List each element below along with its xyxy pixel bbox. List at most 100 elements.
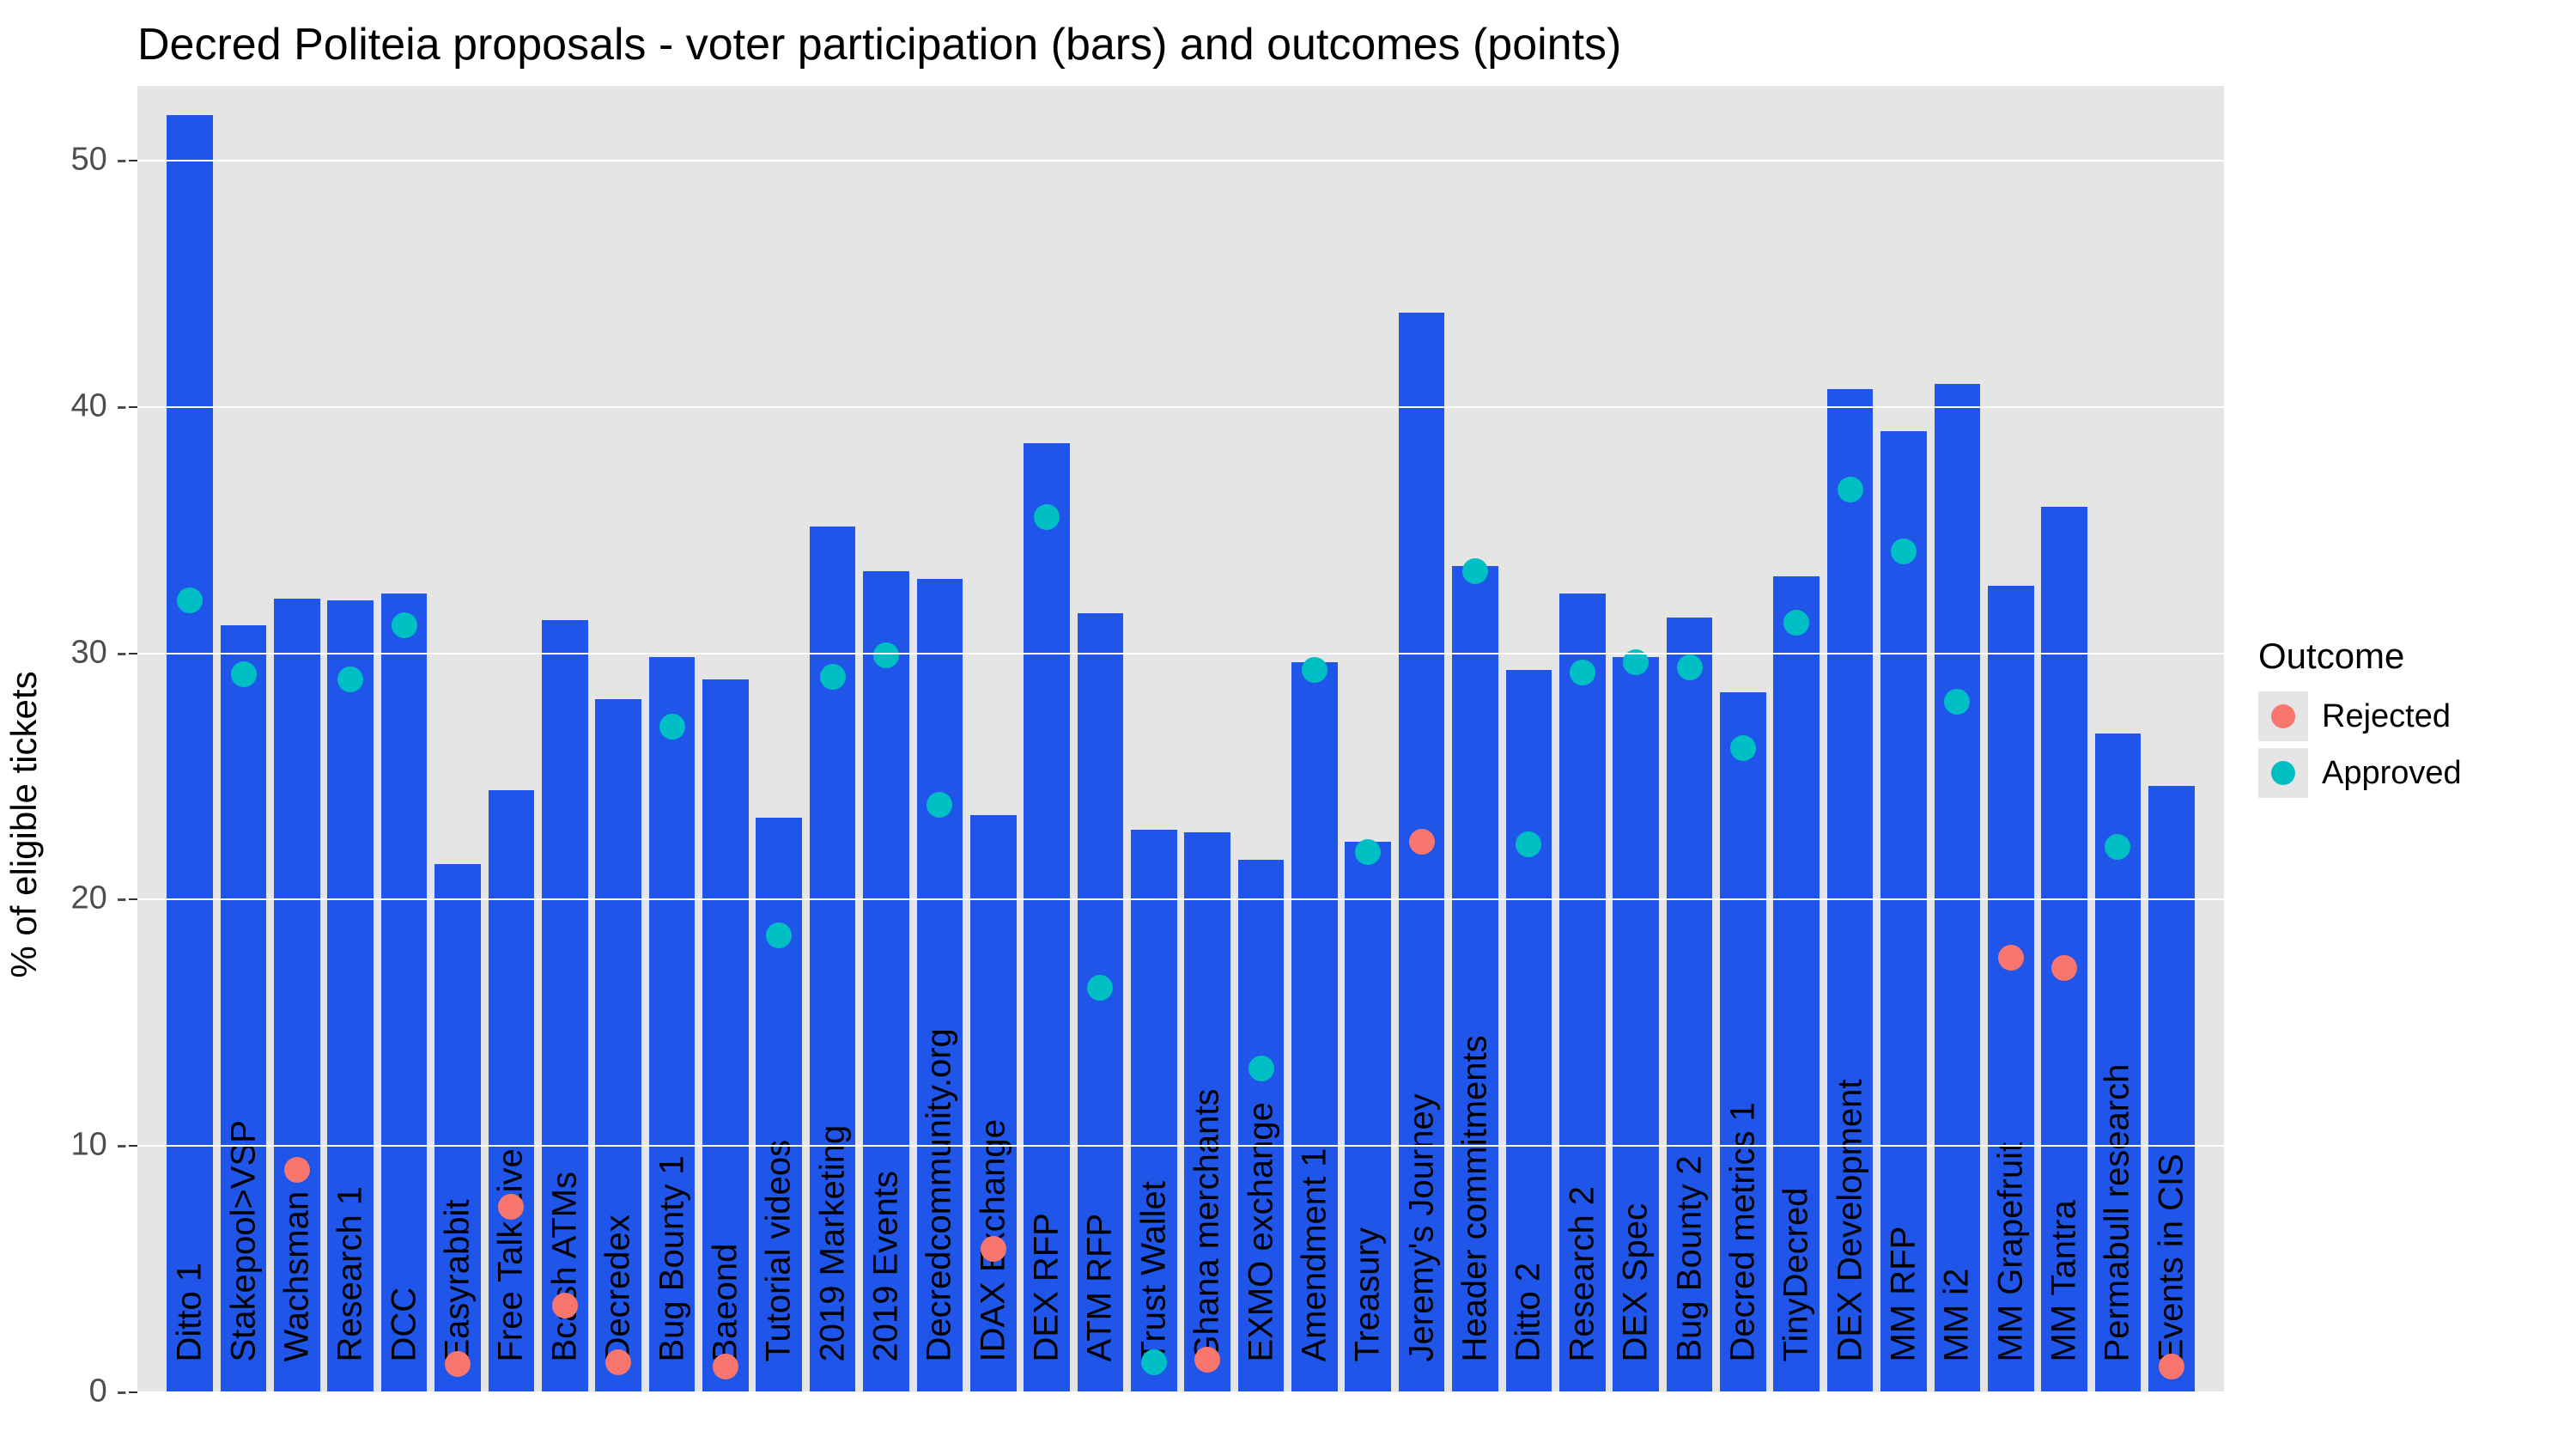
point-approved (177, 588, 203, 613)
legend-item: Approved (2258, 747, 2550, 799)
point-approved (337, 667, 363, 692)
point-rejected (1194, 1347, 1220, 1373)
point-approved (1516, 831, 1541, 857)
y-axis: % of eligible tickets 0 -10 -20 -30 -40 … (0, 86, 137, 1391)
legend-swatch (2258, 691, 2308, 741)
bar (2148, 786, 2195, 1392)
point-approved (1141, 1349, 1167, 1375)
y-tick-label: 30 - (71, 634, 127, 671)
y-tick-label: 20 - (71, 880, 127, 917)
point-rejected (1409, 829, 1435, 855)
point-approved (873, 642, 899, 668)
bar (167, 115, 213, 1391)
y-tick-mark (129, 898, 137, 900)
bar (434, 864, 481, 1391)
point-approved (820, 664, 846, 690)
legend: Outcome Rejected Approved (2258, 636, 2550, 804)
point-approved (766, 922, 792, 948)
bar (702, 679, 749, 1391)
bar (1238, 860, 1285, 1391)
plot-area: Ditto 1Stakepool>VSPWachsmanResearch 1DC… (137, 86, 2224, 1391)
bar (756, 818, 802, 1391)
legend-swatch (2258, 748, 2308, 798)
bar (489, 790, 535, 1391)
y-axis-title: % of eligible tickets (3, 671, 45, 977)
point-approved (927, 792, 952, 818)
bar (221, 625, 267, 1391)
bar (381, 594, 428, 1391)
point-rejected (1998, 945, 2024, 971)
point-approved (1891, 539, 1917, 564)
point-approved (1783, 610, 1809, 636)
bar (1184, 832, 1230, 1391)
point-approved (1570, 660, 1595, 685)
bar (2041, 507, 2087, 1391)
point-approved (392, 612, 417, 638)
point-approved (1034, 504, 1060, 530)
bar (1024, 443, 1070, 1391)
legend-title: Outcome (2258, 636, 2550, 677)
point-approved (1249, 1056, 1274, 1081)
y-tick-mark (129, 160, 137, 161)
bar (1935, 384, 1981, 1391)
bar (1131, 830, 1177, 1391)
point-approved (1838, 477, 1863, 502)
point-rejected (498, 1194, 524, 1220)
point-rejected (284, 1157, 310, 1183)
bar (917, 579, 963, 1391)
bar (1078, 613, 1124, 1391)
legend-dot-icon (2271, 761, 2295, 785)
bar (1773, 576, 1820, 1391)
bar (970, 815, 1017, 1391)
bar (1827, 389, 1874, 1391)
bar (542, 620, 588, 1391)
point-approved (1944, 689, 1970, 715)
bar (1452, 566, 1498, 1391)
grid-line (137, 898, 2224, 900)
bar (649, 657, 696, 1391)
bar (2095, 734, 2142, 1391)
bar (863, 571, 909, 1391)
point-approved (1302, 657, 1327, 683)
y-tick-mark (129, 653, 137, 654)
grid-line (137, 1145, 2224, 1147)
point-approved (231, 661, 257, 687)
point-rejected (445, 1351, 471, 1377)
bar (1988, 586, 2034, 1391)
chart-figure: Decred Politeia proposals - voter partic… (0, 0, 2576, 1449)
point-approved (1462, 558, 1488, 584)
y-tick-label: 40 - (71, 387, 127, 424)
y-tick-label: 50 - (71, 142, 127, 179)
bar (274, 599, 320, 1391)
legend-label: Rejected (2322, 698, 2451, 735)
grid-line (137, 406, 2224, 408)
point-rejected (981, 1236, 1006, 1262)
point-rejected (552, 1293, 578, 1318)
point-approved (1087, 975, 1113, 1001)
point-approved (1730, 735, 1756, 761)
y-tick-mark (129, 1391, 137, 1393)
grid-line (137, 653, 2224, 654)
point-rejected (2051, 955, 2077, 981)
bar (1720, 692, 1766, 1391)
legend-item: Rejected (2258, 691, 2550, 742)
grid-line (137, 160, 2224, 161)
bar (327, 600, 374, 1391)
point-approved (659, 714, 685, 740)
bar (1291, 662, 1338, 1391)
legend-dot-icon (2271, 704, 2295, 728)
bar (595, 699, 641, 1391)
y-tick-mark (129, 406, 137, 408)
point-approved (1677, 654, 1703, 680)
point-approved (1355, 839, 1381, 865)
bar (1345, 842, 1391, 1391)
point-rejected (605, 1349, 631, 1375)
bar (1880, 431, 1927, 1391)
legend-label: Approved (2322, 755, 2462, 792)
y-tick-mark (129, 1145, 137, 1147)
y-tick-label: 10 - (71, 1127, 127, 1164)
bar (1506, 670, 1552, 1391)
chart-title: Decred Politeia proposals - voter partic… (137, 19, 1621, 70)
y-tick-label: 0 - (89, 1373, 127, 1410)
bar (1667, 618, 1713, 1391)
